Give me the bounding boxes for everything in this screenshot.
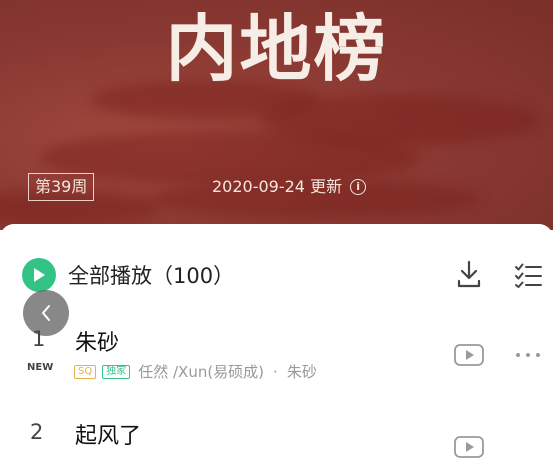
song-rank: 2 bbox=[30, 420, 44, 444]
sq-quality-badge: SQ bbox=[74, 364, 97, 379]
mv-icon[interactable] bbox=[454, 344, 484, 366]
update-date: 2020-09-24 更新 bbox=[212, 177, 343, 196]
new-badge: NEW bbox=[27, 362, 54, 373]
play-icon[interactable] bbox=[22, 258, 56, 292]
info-icon[interactable]: i bbox=[350, 179, 367, 195]
meta-separator: · bbox=[273, 362, 278, 381]
play-all-label: 全部播放（100） bbox=[68, 264, 235, 288]
play-all-button[interactable]: 全部播放（100） bbox=[22, 258, 234, 292]
back-button[interactable] bbox=[23, 290, 69, 336]
song-title[interactable]: 朱砂 bbox=[75, 325, 119, 357]
download-icon[interactable] bbox=[456, 260, 482, 288]
song-rank: 1 bbox=[32, 327, 46, 351]
exclusive-badge: 独家 bbox=[102, 364, 131, 379]
chart-title: 内地榜 bbox=[165, 6, 388, 91]
multi-select-icon[interactable] bbox=[514, 262, 542, 288]
song-title[interactable]: 起风了 bbox=[75, 418, 141, 450]
update-info[interactable]: 2020-09-24 更新 i bbox=[212, 176, 367, 198]
chart-banner: 内地榜 第39周 2020-09-24 更新 i bbox=[0, 0, 553, 230]
back-icon bbox=[42, 305, 50, 321]
song-meta: SQ 独家 任然 /Xun(易硕成) · 朱砂 bbox=[74, 361, 317, 382]
week-badge: 第39周 bbox=[28, 173, 95, 201]
song-album: 朱砂 bbox=[286, 363, 317, 381]
more-icon[interactable] bbox=[515, 352, 541, 358]
mv-icon[interactable] bbox=[454, 436, 484, 458]
song-artists: 任然 /Xun(易硕成) bbox=[138, 363, 265, 381]
